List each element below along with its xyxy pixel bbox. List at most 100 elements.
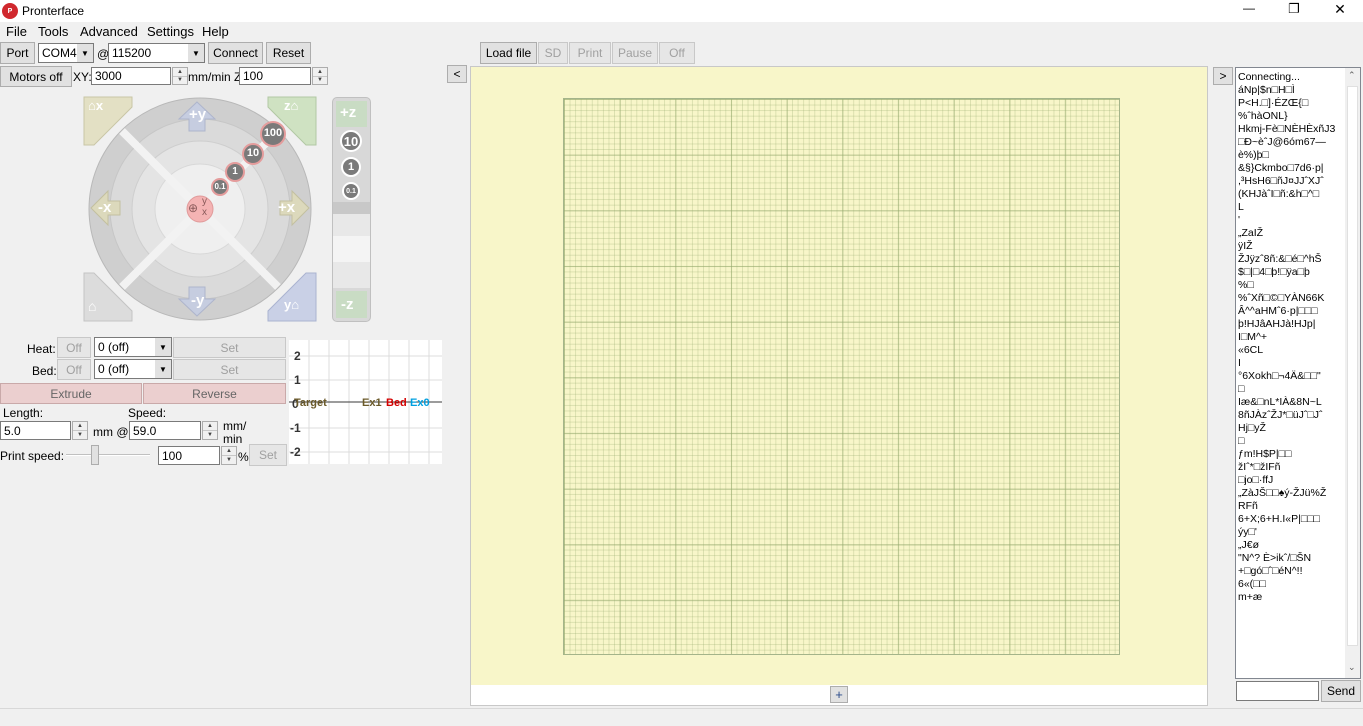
heat-set-button[interactable]: Set	[173, 337, 286, 358]
console-line: (KHJàˆI□ñ:&h□^□	[1238, 188, 1320, 200]
console-line: Hj□yŽ	[1238, 422, 1266, 434]
speed-value: 59.0	[133, 423, 157, 438]
bed-off-button[interactable]: Off	[57, 359, 91, 380]
bed-set-button[interactable]: Set	[173, 359, 286, 380]
jog-minus-y-button[interactable]: -y	[191, 292, 204, 309]
legend-target: Target	[294, 397, 327, 409]
port-select[interactable]: COM4 ▼	[38, 43, 94, 63]
console-line: Connecting...	[1238, 71, 1300, 83]
jog-plus-y-button[interactable]: +y	[189, 106, 206, 123]
menu-help[interactable]: Help	[202, 24, 229, 39]
window-title: Pronterface	[22, 4, 85, 18]
scroll-down-icon[interactable]: ⌄	[1348, 662, 1356, 673]
off-button[interactable]: Off	[659, 42, 695, 64]
xy-step-10[interactable]: 10	[245, 147, 261, 159]
console-line: Iæ&□nL*IÀ&8N~L	[1238, 396, 1322, 408]
console-line: □Ð~èˆJ@6óm67—	[1238, 136, 1326, 148]
baud-select-value: 115200	[112, 46, 152, 60]
length-spinner[interactable]: ▲ ▼	[72, 421, 88, 440]
console-line: '	[1238, 214, 1241, 226]
menu-file[interactable]: File	[6, 24, 27, 39]
menu-settings[interactable]: Settings	[147, 24, 194, 39]
console-line: RFñ	[1238, 500, 1258, 512]
console-line: è%)þ□	[1238, 149, 1269, 161]
heat-temp-select[interactable]: 0 (off) ▼	[94, 337, 172, 357]
z-step-1-button[interactable]: 1	[341, 157, 361, 177]
plater-canvas[interactable]	[471, 67, 1207, 685]
xy-step-100[interactable]: 100	[263, 127, 283, 139]
speed-input[interactable]: 59.0	[129, 421, 201, 440]
jog-center-button[interactable]: y ⊕ x	[186, 196, 214, 220]
console-line: I□M^+	[1238, 331, 1268, 343]
reverse-button[interactable]: Reverse	[143, 383, 286, 404]
motors-off-button[interactable]: Motors off	[0, 66, 72, 87]
scroll-up-icon[interactable]: ⌃	[1348, 70, 1356, 81]
port-button[interactable]: Port	[0, 42, 35, 64]
menu-tools[interactable]: Tools	[38, 24, 68, 39]
speed-unit-line-2: min	[223, 432, 243, 446]
console-log[interactable]: Connecting... áNp|$n□H□Ì P<H.□]·ÉZŒ{□ %ˆhàO…	[1235, 67, 1361, 679]
bed-label: Bed:	[32, 364, 57, 378]
add-button[interactable]: +	[830, 686, 848, 703]
xy-feedrate-spinner[interactable]: ▲ ▼	[172, 67, 188, 85]
jog-minus-x-button[interactable]: -x	[98, 199, 111, 216]
home-x-button[interactable]: ⌂x	[88, 98, 103, 113]
home-y-button[interactable]: y⌂	[284, 297, 299, 312]
plater-panel: +	[470, 66, 1208, 706]
print-speed-input[interactable]: 100	[158, 446, 220, 465]
reset-button[interactable]: Reset	[266, 42, 311, 64]
z-feedrate-value: 100	[243, 69, 264, 83]
minimize-button[interactable]: —	[1241, 1, 1257, 15]
jog-plus-z-button[interactable]: +z	[340, 104, 356, 121]
xy-step-1[interactable]: 1	[229, 166, 241, 177]
z-step-10-button[interactable]: 10	[340, 130, 362, 152]
jog-plus-x-button[interactable]: +x	[278, 199, 295, 216]
console-line: „J€ø	[1238, 539, 1259, 551]
send-button[interactable]: Send	[1321, 680, 1361, 702]
home-all-button[interactable]: ⌂	[88, 298, 96, 314]
center-x-label: x	[202, 207, 207, 218]
jog-minus-z-button[interactable]: -z	[341, 296, 354, 313]
crosshair-icon: ⊕	[188, 201, 199, 215]
xy-feedrate-value: 3000	[95, 69, 122, 83]
slider-thumb[interactable]	[91, 445, 99, 465]
print-speed-set-button[interactable]: Set	[249, 444, 287, 466]
console-line: „ZaIŽ	[1238, 227, 1264, 239]
xy-feedrate-input[interactable]: 3000	[91, 67, 171, 85]
console-scrollbar[interactable]: ⌃ ⌄	[1345, 68, 1360, 678]
command-input[interactable]	[1236, 681, 1319, 701]
baud-select[interactable]: 115200 ▼	[108, 43, 205, 63]
connect-button[interactable]: Connect	[208, 42, 263, 64]
pause-button[interactable]: Pause	[612, 42, 658, 64]
bed-temp-select[interactable]: 0 (off) ▼	[94, 359, 172, 379]
home-z-button[interactable]: z⌂	[284, 98, 298, 113]
console-line: „ZàJŠ□□♠ý-ŽJü%Ž	[1238, 487, 1327, 499]
chevron-down-icon: ▼	[155, 360, 171, 378]
length-input[interactable]: 5.0	[0, 421, 71, 440]
z-jog-band-2	[333, 214, 370, 236]
collapse-right-button[interactable]: >	[1213, 67, 1233, 85]
print-speed-spinner[interactable]: ▲ ▼	[221, 446, 237, 465]
heat-off-button[interactable]: Off	[57, 337, 91, 358]
scroll-thumb[interactable]	[1347, 86, 1358, 646]
print-button[interactable]: Print	[569, 42, 611, 64]
speed-spinner[interactable]: ▲ ▼	[202, 421, 218, 440]
console-line: Hkmj-Fè□NÈHÈxñJ3	[1238, 123, 1336, 135]
print-speed-slider[interactable]	[66, 445, 150, 465]
load-file-button[interactable]: Load file	[480, 42, 537, 64]
sd-button[interactable]: SD	[538, 42, 568, 64]
xy-step-0-1[interactable]: 0.1	[212, 182, 228, 191]
z-feedrate-spinner[interactable]: ▲ ▼	[312, 67, 328, 85]
z-feedrate-input[interactable]: 100	[239, 67, 311, 85]
console-line: Â^^aHMˆ6·p|□□□	[1238, 305, 1318, 317]
z-step-0-1-button[interactable]: 0.1	[342, 182, 360, 200]
title-bar: P Pronterface — ❐ ✕	[0, 0, 1363, 22]
close-button[interactable]: ✕	[1332, 1, 1348, 18]
restore-button[interactable]: ❐	[1286, 1, 1302, 17]
extrude-button[interactable]: Extrude	[0, 383, 142, 404]
menu-advanced[interactable]: Advanced	[80, 24, 138, 39]
collapse-left-button[interactable]: <	[447, 65, 467, 83]
app-logo-icon: P	[2, 3, 18, 19]
console-line: 8ñJÀzˆŽJ*□üJˆ□Jˆ	[1238, 409, 1323, 421]
home-x-label: x	[95, 98, 104, 113]
